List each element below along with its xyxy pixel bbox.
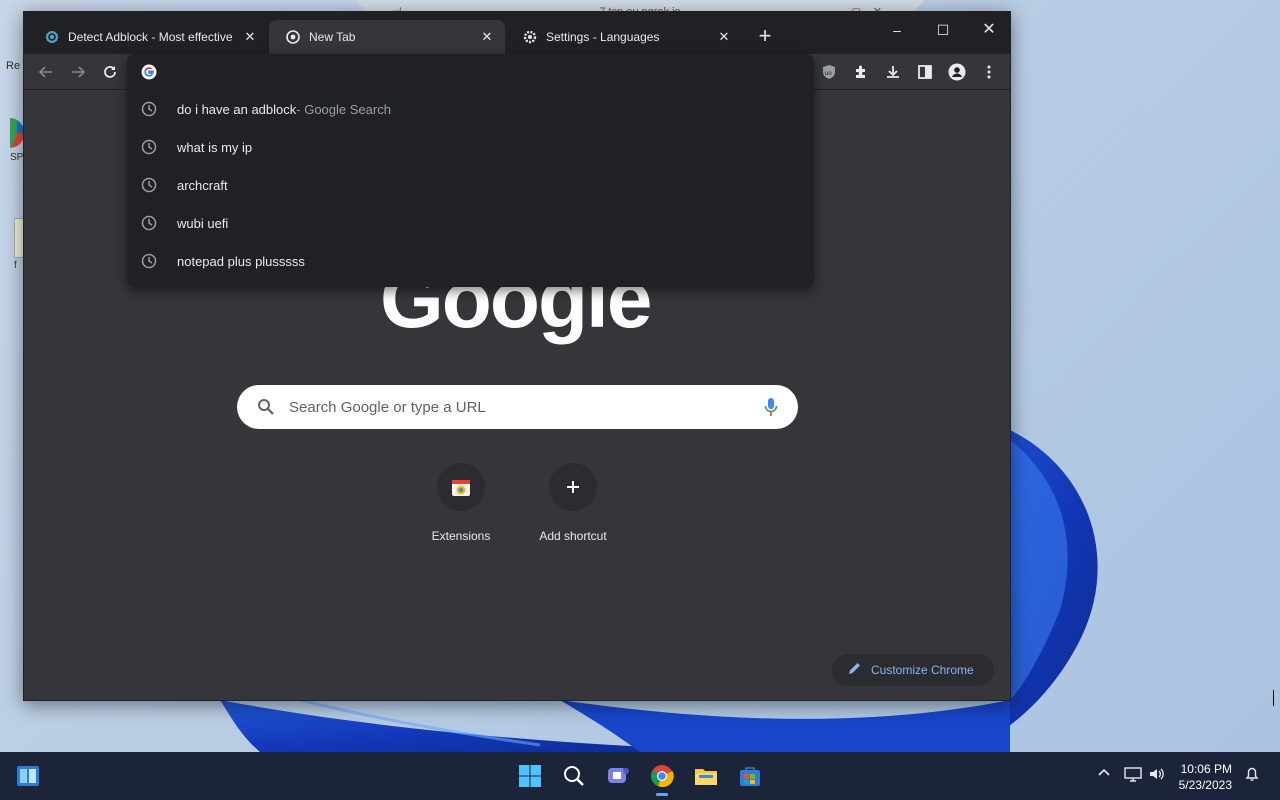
windows-logo-icon [519, 765, 541, 787]
tab-title: Settings - Languages [546, 30, 660, 44]
ublock-extension-button[interactable]: uo [815, 58, 843, 86]
history-clock-icon [141, 101, 157, 117]
ublock-icon: uo [823, 65, 835, 79]
customize-label: Customize Chrome [871, 663, 974, 677]
omnibox-dropdown: do i have an adblock - Google Search wha… [127, 54, 814, 287]
shortcut-add[interactable]: Add shortcut [517, 463, 629, 543]
download-icon [887, 66, 899, 78]
microphone-icon[interactable] [764, 397, 778, 422]
minimize-button[interactable]: – [874, 16, 920, 44]
downloads-button[interactable] [879, 58, 907, 86]
side-panel-button[interactable] [911, 58, 939, 86]
gear-icon [522, 29, 538, 45]
network-icon[interactable] [1124, 766, 1142, 785]
shortcut-extensions[interactable]: Extensions [405, 463, 517, 543]
tab-detect-adblock[interactable]: Detect Adblock - Most effective ✕ [28, 20, 268, 54]
customize-chrome-button[interactable]: Customize Chrome [832, 654, 994, 686]
puzzle-icon [856, 65, 865, 78]
menu-button[interactable] [975, 58, 1003, 86]
kebab-menu-icon [987, 65, 991, 79]
history-clock-icon [141, 253, 157, 269]
suggestion-hint: - Google Search [296, 101, 391, 117]
mouse-cursor [1273, 690, 1280, 706]
widgets-icon [17, 766, 39, 786]
shortcut-tile [549, 463, 597, 511]
shortcut-label: Add shortcut [539, 529, 607, 543]
reload-button[interactable] [96, 58, 124, 86]
chevron-up-icon[interactable] [1097, 766, 1111, 783]
clock-time: 10:06 PM [1180, 762, 1232, 776]
store-button[interactable] [734, 760, 766, 792]
tab-strip: Detect Adblock - Most effective ✕ New Ta… [24, 12, 1010, 54]
maximize-button[interactable]: ☐ [920, 16, 966, 44]
new-tab-button[interactable]: + [752, 24, 778, 50]
history-clock-icon [141, 139, 157, 155]
search-icon [564, 766, 584, 786]
store-icon [740, 767, 760, 786]
extensions-button[interactable] [847, 58, 875, 86]
file-explorer-button[interactable] [690, 760, 722, 792]
history-clock-icon [141, 177, 157, 193]
system-clock[interactable]: 10:06 PM 5/23/2023 [1179, 761, 1232, 793]
suggestion-text: what is my ip [177, 139, 253, 155]
suggestion-text: archcraft [177, 177, 228, 193]
back-button[interactable] [32, 58, 60, 86]
chrome-icon [651, 765, 674, 788]
extensions-webstore-icon [452, 480, 470, 496]
volume-icon[interactable] [1148, 766, 1166, 785]
search-button[interactable] [558, 760, 590, 792]
notification-icon[interactable] [1244, 766, 1260, 785]
suggestion-text: wubi uefi [177, 215, 229, 231]
app-icon [10, 118, 24, 148]
close-tab-icon[interactable]: ✕ [479, 29, 495, 45]
plus-icon [567, 481, 579, 493]
ntp-search-input[interactable] [289, 398, 729, 416]
suggestion-row[interactable]: do i have an adblock - Google Search [127, 90, 814, 128]
arrow-right-icon [72, 66, 86, 78]
tab-title: Detect Adblock - Most effective [68, 30, 233, 44]
close-tab-icon[interactable]: ✕ [242, 29, 258, 45]
clock-date: 5/23/2023 [1178, 778, 1232, 792]
reload-icon [104, 66, 116, 78]
tab-new-tab[interactable]: New Tab ✕ [269, 20, 505, 54]
tab-settings-languages[interactable]: Settings - Languages ✕ [506, 20, 742, 54]
desktop-icon-label: Re [6, 60, 21, 72]
chrome-window: Detect Adblock - Most effective ✕ New Ta… [23, 11, 1011, 701]
suggestion-row[interactable]: wubi uefi [127, 204, 814, 242]
history-clock-icon [141, 215, 157, 231]
start-button[interactable] [514, 760, 546, 792]
suggestion-row[interactable]: archcraft [127, 166, 814, 204]
google-g-icon [141, 64, 157, 80]
tab-title: New Tab [309, 30, 356, 44]
suggestion-text: do i have an adblock [177, 101, 297, 117]
arrow-left-icon [38, 66, 52, 78]
shortcut-tile [437, 463, 485, 511]
side-panel-icon [918, 65, 932, 79]
pencil-icon [848, 662, 861, 678]
ntp-search-box[interactable] [237, 385, 798, 429]
address-bar-input[interactable] [169, 64, 769, 80]
chrome-taskbar-button[interactable] [646, 760, 678, 796]
avatar-icon [948, 63, 966, 81]
suggestion-row[interactable]: what is my ip [127, 128, 814, 166]
profile-button[interactable] [943, 58, 971, 86]
folder-icon [695, 769, 717, 785]
svg-text:uo: uo [825, 71, 832, 77]
close-window-button[interactable]: ✕ [966, 16, 1012, 44]
forward-button[interactable] [64, 58, 92, 86]
suggestion-text: notepad plus plusssss [177, 253, 305, 269]
close-tab-icon[interactable]: ✕ [716, 29, 732, 45]
shortcut-label: Extensions [431, 529, 491, 543]
widgets-button[interactable] [12, 760, 44, 792]
suggestion-row[interactable]: notepad plus plusssss [127, 242, 814, 280]
chat-icon [608, 768, 629, 783]
chrome-icon [285, 29, 301, 45]
omnibox[interactable] [127, 58, 814, 86]
adblock-detect-icon [44, 29, 60, 45]
taskbar: 10:06 PM 5/23/2023 [0, 752, 1280, 800]
teams-chat-button[interactable] [602, 760, 634, 792]
search-icon [258, 399, 274, 415]
